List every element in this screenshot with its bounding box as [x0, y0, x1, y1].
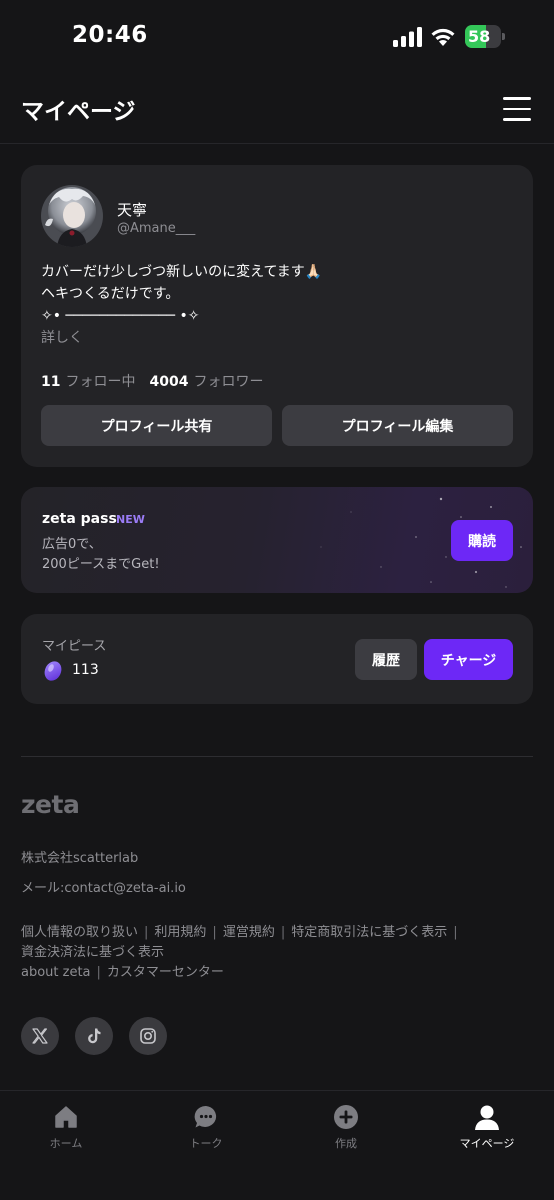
profile-card: 天寧 @Amane___ カバーだけ少しづつ新しいのに変えてます🙏🏻 ヘキつくる…: [21, 165, 533, 467]
zeta-pass-desc-line: 広告0で、: [42, 537, 102, 552]
profile-handle: @Amane___: [117, 221, 196, 236]
hamburger-icon[interactable]: [503, 97, 531, 121]
zeta-logo: zeta: [21, 790, 80, 819]
home-icon: [55, 1106, 77, 1128]
followers-count[interactable]: 4004: [149, 374, 188, 390]
share-profile-button[interactable]: プロフィール共有: [41, 405, 272, 446]
followers-label[interactable]: フォロワー: [193, 374, 263, 390]
terms-link[interactable]: 利用規約: [154, 925, 206, 940]
battery-percent: 58: [468, 27, 491, 46]
page-header: マイページ: [0, 72, 554, 144]
x-icon[interactable]: [21, 1017, 59, 1055]
customer-center-link[interactable]: カスタマーセンター: [107, 965, 224, 980]
chat-bubble-icon: [194, 1105, 217, 1128]
bio-line: ✧• ───────────── •✧: [41, 308, 200, 324]
tab-label: 作成: [335, 1137, 357, 1150]
status-bar: 20:46 58: [0, 0, 554, 72]
commerce-law-link[interactable]: 特定商取引法に基づく表示: [291, 925, 447, 940]
my-piece-card: マイピース 113 履歴 チャージ: [21, 614, 533, 704]
privacy-link[interactable]: 個人情報の取り扱い: [21, 925, 138, 940]
bio-line: ヘキつくるだけです。: [41, 286, 180, 302]
plus-circle-icon: [334, 1105, 358, 1129]
footer-links: 個人情報の取り扱い | 利用規約 | 運営規約 | 特定商取引法に基づく表示 | 資金決済法に…: [21, 925, 458, 980]
subscribe-button[interactable]: 購読: [451, 520, 513, 561]
bio-more-link[interactable]: 詳しく: [41, 327, 511, 349]
charge-button[interactable]: チャージ: [424, 639, 513, 680]
cellular-signal-icon: [393, 27, 422, 47]
edit-profile-button[interactable]: プロフィール編集: [282, 405, 513, 446]
section-divider: [21, 756, 533, 757]
about-zeta-link[interactable]: about zeta: [21, 965, 91, 980]
zeta-pass-title: zeta pass: [42, 511, 117, 527]
tiktok-icon[interactable]: [75, 1017, 113, 1055]
instagram-icon[interactable]: [129, 1017, 167, 1055]
person-icon: [475, 1105, 499, 1130]
tab-mypage[interactable]: マイページ: [437, 1101, 537, 1153]
piece-count: 113: [72, 662, 99, 678]
avatar[interactable]: [41, 185, 103, 247]
bottom-tab-bar: ホーム トーク 作成 マイページ: [0, 1090, 554, 1200]
contact-email[interactable]: メール:contact@zeta-ai.io: [21, 877, 186, 896]
payment-law-link[interactable]: 資金決済法に基づく表示: [21, 945, 164, 960]
follow-stats: 11 フォロー中 4004 フォロワー: [41, 371, 263, 391]
zeta-pass-desc-line: 200ピースまでGet!: [42, 557, 160, 572]
status-time: 20:46: [72, 22, 148, 48]
profile-name: 天寧: [117, 201, 148, 219]
company-name: 株式会社scatterlab: [21, 851, 139, 866]
zeta-pass-banner[interactable]: zeta pass NEW 広告0で、 200ピースまでGet! 購読: [21, 487, 533, 593]
operation-rules-link[interactable]: 運営規約: [223, 925, 275, 940]
page-title: マイページ: [21, 99, 136, 125]
following-label[interactable]: フォロー中: [65, 374, 135, 390]
wifi-icon: [431, 28, 455, 46]
tab-talk[interactable]: トーク: [156, 1101, 256, 1153]
tab-create[interactable]: 作成: [296, 1101, 396, 1153]
tab-label: トーク: [189, 1137, 223, 1150]
zeta-pass-description: 広告0で、 200ピースまでGet!: [42, 535, 160, 575]
new-badge: NEW: [116, 513, 145, 526]
battery-indicator: 58: [465, 25, 505, 49]
my-piece-label: マイピース: [42, 639, 107, 654]
profile-bio: カバーだけ少しづつ新しいのに変えてます🙏🏻 ヘキつくるだけです。 ✧• ────…: [41, 261, 511, 349]
tab-label: マイページ: [459, 1137, 515, 1150]
piece-gem-icon: [44, 661, 62, 681]
bio-line: カバーだけ少しづつ新しいのに変えてます🙏🏻: [41, 264, 323, 280]
history-button[interactable]: 履歴: [355, 639, 417, 680]
tab-label: ホーム: [49, 1137, 83, 1150]
following-count[interactable]: 11: [41, 374, 60, 390]
tab-home[interactable]: ホーム: [16, 1101, 116, 1153]
